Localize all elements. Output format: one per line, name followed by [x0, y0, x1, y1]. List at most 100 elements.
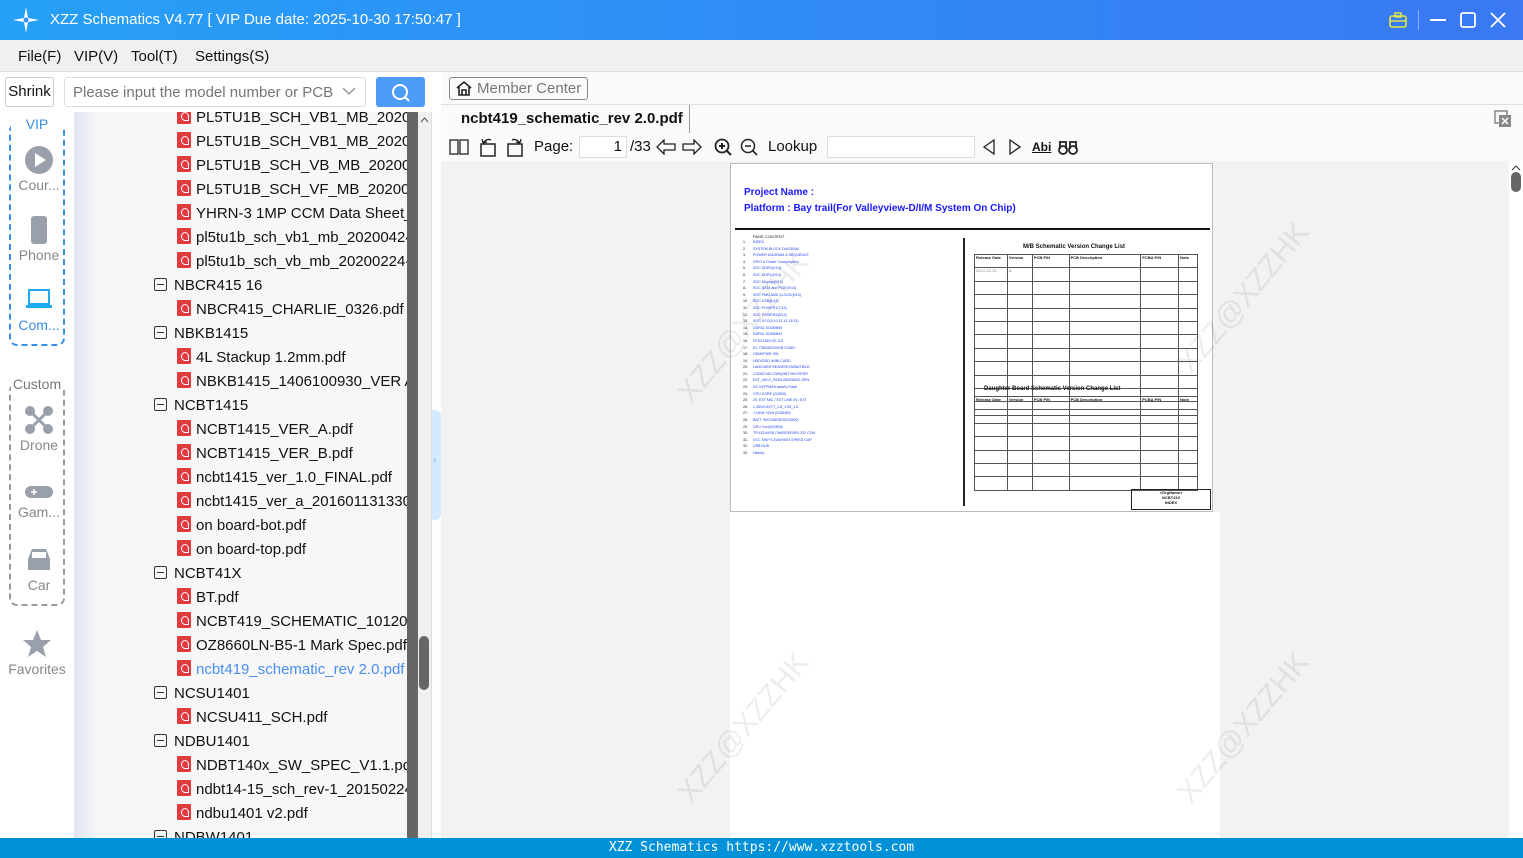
table-cell [1006, 280, 1033, 296]
tree-folder[interactable]: NBKB1415 [154, 322, 248, 346]
table-cell [1006, 436, 1033, 451]
binoculars-icon[interactable] [1058, 138, 1078, 156]
tree-file[interactable]: PL5TU1B_SCH_VB1_MB_20200421 [177, 112, 407, 130]
tree-folder[interactable]: NBCR415 16 [154, 274, 262, 298]
tree-file[interactable]: PL5TU1B_SCH_VB_MB_20200116 [177, 154, 407, 178]
tree-file[interactable]: ndbt14-15_sch_rev-1_20150224 [177, 778, 407, 802]
tree-file[interactable]: NCBT1415_VER_B.pdf [177, 442, 353, 466]
tree-label: ncbt1415_ver_a_201601131330.pdf [196, 493, 407, 510]
collapse-icon[interactable] [154, 734, 167, 747]
tree-file[interactable]: ncbt1415_ver_1.0_FINAL.pdf [177, 466, 392, 490]
shrink-button[interactable]: Shrink [5, 77, 54, 107]
nav-phone[interactable]: Phone [11, 215, 67, 263]
find-next-icon[interactable] [1008, 139, 1022, 155]
table-cell [1140, 320, 1180, 336]
menu-vip[interactable]: VIP(V) [74, 48, 118, 65]
two-page-icon[interactable] [449, 139, 469, 155]
rotate-left-icon[interactable] [479, 137, 497, 157]
zoom-out-icon[interactable] [740, 138, 759, 157]
lookup-input[interactable] [827, 136, 975, 158]
tab-document[interactable]: ncbt419_schematic_rev 2.0.pdf [449, 105, 690, 133]
tree-file[interactable]: ndbu1401 v2.pdf [177, 802, 308, 826]
find-prev-icon[interactable] [982, 139, 996, 155]
rotate-right-icon[interactable] [506, 137, 524, 157]
search-button[interactable] [376, 77, 425, 107]
tree-file[interactable]: OZ8660LN-B5-1 Mark Spec.pdf [177, 634, 407, 658]
tree-folder[interactable]: NCSU1401 [154, 682, 250, 706]
viewer-scrollbar[interactable] [1509, 161, 1523, 838]
tree-file[interactable]: on board-top.pdf [177, 538, 306, 562]
tree-label: PL5TU1B_SCH_VB1_MB_20200421 [196, 133, 407, 150]
prev-page-arrow-icon[interactable] [656, 139, 676, 155]
tree-file[interactable]: BT.pdf [177, 586, 239, 610]
nav-label: Phone [18, 247, 60, 263]
tree-file[interactable]: PL5TU1B_SCH_VB1_MB_20200421 [177, 130, 407, 154]
nav-game[interactable]: Gam... [11, 482, 67, 520]
tree-file[interactable]: NCSU411_SCH.pdf [177, 706, 327, 730]
tree-file[interactable]: pl5tu1b_sch_vb1_mb_20200424- [177, 226, 407, 250]
chevron-down-icon[interactable] [342, 87, 356, 96]
table-cell [1031, 436, 1070, 451]
menu-settings[interactable]: Settings(S) [195, 48, 269, 65]
collapse-icon[interactable] [154, 398, 167, 411]
tree-file[interactable]: 4L Stackup 1.2mm.pdf [177, 346, 346, 370]
page-input[interactable]: 1 [579, 136, 627, 158]
tree-file[interactable]: NBCR415_CHARLIE_0326.pdf [177, 298, 404, 322]
tree-folder[interactable]: NCBT1415 [154, 394, 248, 418]
briefcase-icon[interactable] [1389, 12, 1407, 28]
menu-tool[interactable]: Tool(T) [131, 48, 178, 65]
tree-file[interactable]: NBKB1415_1406100930_VER A F [177, 370, 407, 394]
collapse-icon[interactable] [154, 278, 167, 291]
table-row [974, 436, 1198, 451]
collapse-icon[interactable] [154, 830, 167, 838]
nav-computer[interactable]: Com... [11, 285, 67, 333]
tree-label: NCSU1401 [174, 685, 250, 702]
tree-file[interactable]: PL5TU1B_SCH_VF_MB_20200723 [177, 178, 407, 202]
menu-file[interactable]: File(F) [18, 48, 61, 65]
table-cell [1006, 422, 1033, 438]
index-number: 2. [743, 246, 746, 251]
index-number: 28. [743, 418, 748, 423]
next-page-arrow-icon[interactable] [682, 139, 702, 155]
table-cell [974, 361, 1008, 376]
zoom-in-icon[interactable] [714, 138, 733, 157]
search-input[interactable] [64, 77, 366, 107]
index-number: 19. [743, 358, 748, 363]
tree-file[interactable]: NCBT1415_VER_A.pdf [177, 418, 353, 442]
nav-car[interactable]: Car [11, 545, 67, 593]
member-center-button[interactable]: Member Center [449, 77, 588, 100]
collapse-icon[interactable] [154, 686, 167, 699]
match-word-button[interactable]: Abi [1032, 140, 1051, 154]
collapse-icon[interactable] [154, 566, 167, 579]
collapse-tab[interactable]: ‹ [432, 410, 441, 520]
index-number: 20. [743, 365, 748, 370]
nav-course[interactable]: Cour... [11, 145, 67, 193]
tree-file[interactable]: ncbt1415_ver_a_201601131330.pdf [177, 490, 407, 514]
close-tab-icon[interactable] [1494, 110, 1512, 128]
scroll-up-icon[interactable] [420, 117, 429, 123]
column-header: PCB P/N [1031, 395, 1070, 411]
scroll-up-icon[interactable] [1511, 165, 1521, 171]
scrollbar-thumb[interactable] [419, 636, 429, 690]
minimize-icon[interactable] [1430, 12, 1446, 28]
nav-drone[interactable]: Drone [11, 405, 67, 453]
tree-file[interactable]: pl5tu1b_sch_vb_mb_20200224-1 [177, 250, 407, 274]
tree-file[interactable]: ncbt419_schematic_rev 2.0.pdf [177, 658, 404, 682]
tree-folder[interactable]: NDBW1401 [154, 826, 253, 838]
index-number: 22. [743, 378, 748, 383]
title-bar: XZZ Schematics V4.77 [ VIP Due date: 202… [0, 0, 1523, 40]
maximize-icon[interactable] [1460, 12, 1476, 28]
scrollbar-thumb[interactable] [1511, 172, 1521, 192]
tree-scrollbar[interactable] [418, 112, 431, 838]
tree-file[interactable]: YHRN-3 1MP CCM Data Sheet_2 [177, 202, 407, 226]
document-viewer[interactable]: Project Name : Platform : Bay trail(For … [441, 161, 1523, 838]
tree-folder[interactable]: NDBU1401 [154, 730, 250, 754]
tree-folder[interactable]: NCBT41X [154, 562, 242, 586]
collapse-icon[interactable] [154, 326, 167, 339]
nav-favorites[interactable]: Favorites [0, 629, 74, 677]
tree-file[interactable]: NDBT140x_SW_SPEC_V1.1.pdf [177, 754, 407, 778]
close-icon[interactable] [1490, 12, 1506, 28]
splitter[interactable]: ‹ [431, 112, 441, 838]
tree-file[interactable]: on board-bot.pdf [177, 514, 306, 538]
tree-file[interactable]: NCBT419_SCHEMATIC_101200_I [177, 610, 407, 634]
